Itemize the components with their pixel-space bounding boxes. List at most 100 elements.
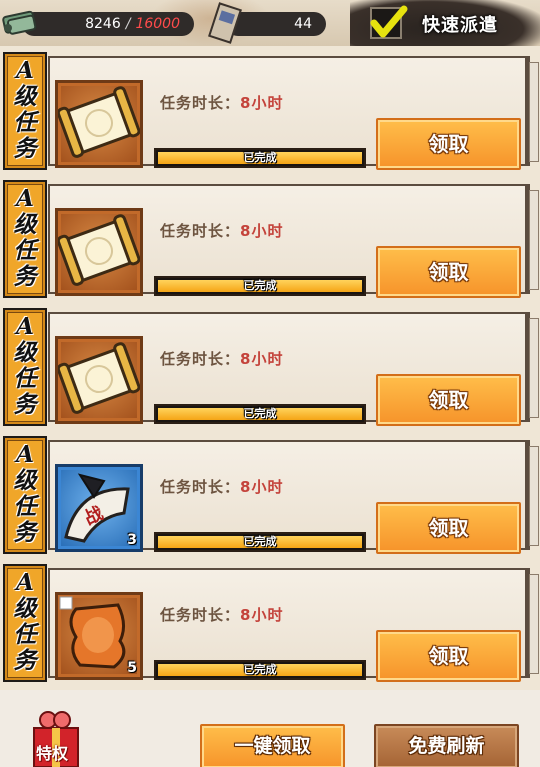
card-edge xyxy=(529,190,539,290)
task-duration: 任务时长：8小时 xyxy=(160,348,283,369)
quick-dispatch-label: 快速派遣 xyxy=(422,15,498,36)
reward-item[interactable]: 战 3 xyxy=(55,464,143,552)
progress-status: 已完成 xyxy=(243,535,277,548)
task-progress-bar: 已完成 xyxy=(154,404,366,424)
task-tag-glyph: A xyxy=(16,57,34,84)
duration-value: 8小时 xyxy=(240,350,284,368)
task-row: 任务时长：8小时 已完成 领取 A级任务 xyxy=(0,50,540,170)
task-tag-glyph: A xyxy=(16,441,34,468)
scroll-resource-counter: 8246/16000 xyxy=(22,12,194,36)
scroll-icon xyxy=(58,342,140,414)
task-progress-bar: 已完成 xyxy=(154,148,366,168)
resource-max: 16000 xyxy=(135,16,180,32)
claim-button[interactable]: 领取 xyxy=(376,246,521,298)
task-tag-glyph: 任 xyxy=(13,621,37,648)
task-row: 任务时长：8小时 已完成 领取 A级任务 xyxy=(0,178,540,298)
task-tag-glyph: A xyxy=(16,185,34,212)
duration-value: 8小时 xyxy=(240,94,284,112)
bottom-bar: 特权 一键领取 免费刷新 xyxy=(0,690,540,767)
task-row: 任务时长：8小时 已完成 领取 A级任务 xyxy=(0,306,540,426)
task-tag-glyph: 任 xyxy=(13,109,37,136)
quick-dispatch-toggle[interactable]: 快速派遣 xyxy=(366,3,538,43)
task-tag-glyph: 务 xyxy=(13,391,37,418)
claim-button[interactable]: 领取 xyxy=(376,118,521,170)
claim-button[interactable]: 领取 xyxy=(376,502,521,554)
item-count: 5 xyxy=(127,660,137,676)
progress-status: 已完成 xyxy=(243,151,277,164)
duration-label: 任务时长： xyxy=(160,478,241,496)
free-refresh-label: 免费刷新 xyxy=(408,735,485,757)
card-edge xyxy=(529,446,539,546)
ticket-count: 44 xyxy=(294,16,312,32)
task-tag-glyph: 任 xyxy=(13,365,37,392)
task-progress-bar: 已完成 xyxy=(154,276,366,296)
reward-item[interactable] xyxy=(55,208,143,296)
task-duration: 任务时长：8小时 xyxy=(160,604,283,625)
task-tag-glyph: 级 xyxy=(13,595,37,622)
card-edge xyxy=(529,62,539,162)
claim-label: 领取 xyxy=(428,516,469,540)
task-rank-tag: A级任务 xyxy=(3,308,47,426)
task-tag-glyph: 级 xyxy=(13,83,37,110)
task-card: 任务时长：8小时 已完成 领取 xyxy=(48,312,539,426)
task-tag-glyph: 任 xyxy=(13,493,37,520)
duration-label: 任务时长： xyxy=(160,222,241,240)
task-card: 战 3 任务时长：8小时 已完成 领取 xyxy=(48,440,539,554)
claim-button[interactable]: 领取 xyxy=(376,630,521,682)
claim-button[interactable]: 领取 xyxy=(376,374,521,426)
task-tag-glyph: 级 xyxy=(13,467,37,494)
task-duration: 任务时长：8小时 xyxy=(160,220,283,241)
duration-label: 任务时长： xyxy=(160,350,241,368)
duration-value: 8小时 xyxy=(240,606,284,624)
reward-item[interactable]: 5 xyxy=(55,592,143,680)
top-bar: 8246/16000 44 快速派遣 xyxy=(0,0,540,46)
duration-value: 8小时 xyxy=(240,478,284,496)
item-count: 3 xyxy=(127,532,137,548)
claim-all-label: 一键领取 xyxy=(234,735,311,757)
task-tag-glyph: 级 xyxy=(13,339,37,366)
scroll-stack-icon xyxy=(2,10,37,35)
task-tag-glyph: 级 xyxy=(13,211,37,238)
resource-current: 8246 xyxy=(85,16,121,32)
task-rank-tag: A级任务 xyxy=(3,564,47,682)
task-row: 战 3 任务时长：8小时 已完成 领取 A级任务 xyxy=(0,434,540,554)
claim-label: 领取 xyxy=(428,132,469,156)
task-tag-glyph: 务 xyxy=(13,519,37,546)
task-card: 5 任务时长：8小时 已完成 领取 xyxy=(48,568,539,682)
task-progress-bar: 已完成 xyxy=(154,660,366,680)
ticket-icon xyxy=(208,2,242,44)
task-tag-glyph: 任 xyxy=(13,237,37,264)
duration-label: 任务时长： xyxy=(160,606,241,624)
card-edge xyxy=(529,318,539,418)
privilege-button[interactable]: 特权 xyxy=(26,702,86,767)
reward-item[interactable] xyxy=(55,336,143,424)
progress-status: 已完成 xyxy=(243,407,277,420)
privilege-label: 特权 xyxy=(36,744,69,763)
task-tag-glyph: 务 xyxy=(13,135,37,162)
progress-status: 已完成 xyxy=(243,279,277,292)
task-duration: 任务时长：8小时 xyxy=(160,476,283,497)
task-progress-bar: 已完成 xyxy=(154,532,366,552)
claim-label: 领取 xyxy=(428,388,469,412)
claim-label: 领取 xyxy=(428,644,469,668)
task-tag-glyph: 务 xyxy=(13,263,37,290)
progress-status: 已完成 xyxy=(243,663,277,676)
task-tag-glyph: 务 xyxy=(13,647,37,674)
checkmark-icon xyxy=(370,5,408,38)
duration-value: 8小时 xyxy=(240,222,284,240)
reward-item[interactable] xyxy=(55,80,143,168)
claim-all-button[interactable]: 一键领取 xyxy=(200,724,345,767)
task-tag-glyph: A xyxy=(16,569,34,596)
free-refresh-button[interactable]: 免费刷新 xyxy=(374,724,519,767)
task-card: 任务时长：8小时 已完成 领取 xyxy=(48,184,539,298)
scroll-icon xyxy=(58,214,140,286)
task-rank-tag: A级任务 xyxy=(3,180,47,298)
task-row: 5 任务时长：8小时 已完成 领取 A级任务 xyxy=(0,562,540,682)
task-card: 任务时长：8小时 已完成 领取 xyxy=(48,56,539,170)
task-tag-glyph: A xyxy=(16,313,34,340)
card-edge xyxy=(529,574,539,674)
duration-label: 任务时长： xyxy=(160,94,241,112)
resource-separator: / xyxy=(125,16,131,32)
claim-label: 领取 xyxy=(428,260,469,284)
task-rank-tag: A级任务 xyxy=(3,52,47,170)
